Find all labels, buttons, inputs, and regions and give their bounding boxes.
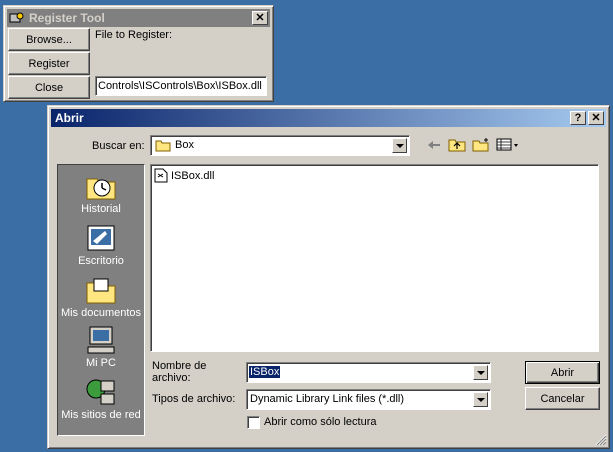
view-menu-icon[interactable] (496, 137, 520, 152)
place-history[interactable]: Historial (58, 171, 144, 215)
open-dialog-titlebar[interactable]: Abrir ? ✕ (51, 109, 606, 127)
chevron-down-icon (395, 143, 404, 148)
register-button[interactable]: Register (8, 52, 90, 75)
resize-grip-icon[interactable] (595, 434, 607, 446)
register-tool-title: Register Tool (29, 11, 105, 25)
folder-icon (155, 140, 171, 152)
readonly-label: Abrir como sólo lectura (264, 416, 377, 428)
file-list[interactable]: ISBox.dll (150, 164, 599, 352)
my-computer-icon (87, 326, 115, 354)
file-path-value: Controls\ISControls\Box\ISBox.dll (98, 80, 262, 92)
look-in-dropdown-arrow[interactable] (392, 138, 407, 153)
file-path-field[interactable]: Controls\ISControls\Box\ISBox.dll (95, 76, 267, 96)
chevron-down-icon (476, 370, 485, 375)
place-my-pc-label: Mi PC (86, 357, 116, 369)
file-to-register-label: File to Register: (95, 29, 173, 41)
place-my-pc[interactable]: Mi PC (58, 325, 144, 369)
cancel-button[interactable]: Cancelar (525, 387, 600, 410)
close-icon: ✕ (591, 111, 601, 124)
chevron-down-icon (476, 397, 485, 402)
filetype-dropdown-arrow[interactable] (473, 392, 488, 407)
places-bar: Historial Escritorio Mis documentos Mi P… (57, 164, 145, 436)
place-my-documents[interactable]: Mis documentos (58, 275, 144, 319)
file-name: ISBox.dll (171, 169, 215, 182)
look-in-value: Box (175, 139, 194, 151)
list-item[interactable]: ISBox.dll (154, 168, 214, 183)
browse-button[interactable]: Browse... (8, 28, 90, 51)
filetype-label: Tipos de archivo: (152, 393, 236, 405)
register-tool-close-button[interactable]: ✕ (252, 11, 268, 25)
place-desktop-label: Escritorio (78, 255, 124, 267)
network-places-icon (86, 379, 115, 405)
register-tool-titlebar[interactable]: Register Tool ✕ (7, 9, 270, 27)
filetype-combo[interactable]: Dynamic Library Link files (*.dll) (246, 389, 491, 410)
readonly-checkbox[interactable] (247, 416, 260, 429)
place-network[interactable]: Mis sitios de red (58, 377, 144, 421)
filename-label: Nombre de archivo: (152, 360, 206, 384)
open-dialog-close-button[interactable]: ✕ (588, 111, 604, 125)
open-button[interactable]: Abrir (525, 361, 600, 384)
filename-dropdown-arrow[interactable] (473, 365, 488, 380)
history-icon (86, 178, 116, 200)
filename-label-line2: archivo: (152, 372, 191, 384)
open-dialog-title: Abrir (55, 111, 84, 125)
desktop-icon (87, 225, 115, 251)
my-documents-icon (86, 278, 116, 304)
look-in-label: Buscar en: (92, 140, 145, 152)
place-history-label: Historial (81, 203, 121, 215)
dll-file-icon (154, 168, 168, 183)
filename-combo[interactable]: ISBox (246, 362, 491, 383)
open-dialog-window: Abrir ? ✕ Buscar en: Box Historial Escri… (47, 105, 610, 449)
up-folder-icon[interactable] (448, 137, 466, 152)
look-in-combo[interactable]: Box (150, 135, 410, 156)
register-tool-window: Register Tool ✕ Browse... Register Close… (3, 5, 274, 102)
help-icon: ? (574, 111, 582, 124)
place-desktop[interactable]: Escritorio (58, 223, 144, 267)
new-folder-icon[interactable] (472, 137, 490, 152)
place-my-documents-label: Mis documentos (60, 307, 142, 319)
filetype-value: Dynamic Library Link files (*.dll) (250, 393, 405, 405)
back-arrow-icon[interactable] (426, 138, 442, 152)
close-button[interactable]: Close (8, 76, 90, 99)
place-network-label: Mis sitios de red (61, 409, 141, 421)
close-icon: ✕ (255, 11, 265, 24)
filename-value: ISBox (249, 366, 281, 378)
filename-label-line1: Nombre de (152, 360, 207, 372)
help-button[interactable]: ? (570, 111, 586, 125)
register-tool-app-icon (9, 12, 24, 23)
